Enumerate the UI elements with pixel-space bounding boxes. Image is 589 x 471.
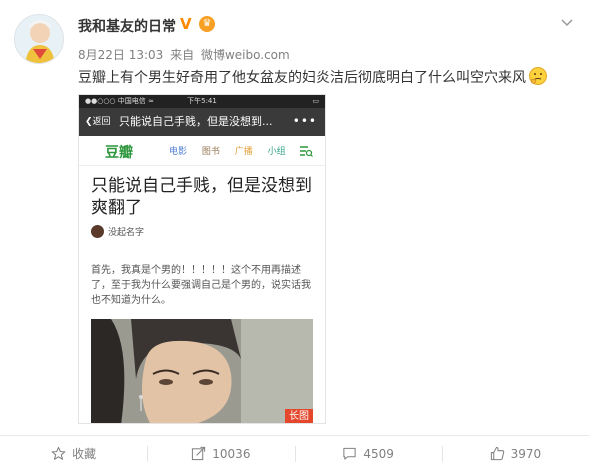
douban-nav-group: 小组 <box>267 147 286 157</box>
repost-button[interactable]: 10036 <box>147 436 294 471</box>
article-body: 首先，我真是个男的！！！！！这个不用再描述了，至于我为什么要强调自己是个男的，说… <box>91 265 311 306</box>
avatar-illustration <box>15 15 63 63</box>
source-prefix: 来自 <box>170 48 195 62</box>
phone-page-title: 只能说自己手贱，但是没想到... <box>119 115 273 128</box>
douban-logo: 豆瓣 <box>105 145 133 161</box>
phone-status-bar: ●●○○○ 中国电信 ≈ 下午5:41 ▭ <box>79 95 325 108</box>
comment-count: 4509 <box>363 446 394 461</box>
menu-search-icon <box>300 146 313 157</box>
phone-time: 下午5:41 <box>187 97 217 105</box>
battery-icon: ▭ <box>312 97 319 105</box>
favorite-label: 收藏 <box>72 447 97 461</box>
post-text: 豆瓣上有个男生好奇用了他女盆友的妇炎洁后彻底明白了什么叫空穴来风 <box>78 66 558 88</box>
phone-nav-bar: ❮返回 只能说自己手贱，但是没想到... ••• <box>79 108 325 136</box>
comment-button[interactable]: 4509 <box>294 436 442 471</box>
chevron-down-icon[interactable] <box>561 16 573 28</box>
article-author: 没起名字 <box>91 225 144 238</box>
douban-nav-movie: 电影 <box>169 147 188 157</box>
comment-icon <box>343 447 356 460</box>
favorite-button[interactable]: 收藏 <box>0 436 147 471</box>
thumbs-up-icon <box>490 446 504 461</box>
like-count: 3970 <box>510 446 542 461</box>
article-photo: 长图 <box>91 319 313 423</box>
douban-nav-book: 图书 <box>201 147 220 157</box>
repost-count: 10036 <box>212 446 251 461</box>
member-icon[interactable]: ♛ <box>199 16 215 32</box>
portrait-image <box>91 319 313 423</box>
author-avatar <box>91 225 104 238</box>
post-date[interactable]: 8月22日 13:03 <box>78 48 163 62</box>
like-button[interactable]: 3970 <box>441 436 589 471</box>
douban-nav-broadcast: 广播 <box>234 147 253 157</box>
more-icon: ••• <box>292 114 317 128</box>
post-source[interactable]: 微博weibo.com <box>201 48 290 62</box>
username[interactable]: 我和基友的日常 <box>78 16 176 36</box>
long-image-badge: 长图 <box>285 409 313 423</box>
author-name: 没起名字 <box>108 228 145 238</box>
post-text-content: 豆瓣上有个男生好奇用了他女盆友的妇炎洁后彻底明白了什么叫空穴来风 <box>78 70 526 86</box>
repost-icon <box>192 446 206 461</box>
avatar[interactable] <box>14 14 64 64</box>
verified-icon: V <box>180 15 192 33</box>
weibo-post: 我和基友的日常 V ♛ 8月22日 13:03 来自 微博weibo.com 豆… <box>0 0 589 471</box>
douban-nav: 电影 图书 广播 小组 <box>169 144 298 157</box>
thinking-emoji-icon <box>529 67 547 85</box>
douban-header: 豆瓣 电影 图书 广播 小组 <box>79 136 325 166</box>
article-title: 只能说自己手贱，但是没想到爽翻了 <box>91 176 312 218</box>
post-meta: 8月22日 13:03 来自 微博weibo.com <box>78 46 293 63</box>
action-bar: 收藏 10036 4509 3970 <box>0 436 589 471</box>
back-button: ❮返回 <box>85 117 111 127</box>
embedded-screenshot[interactable]: ●●○○○ 中国电信 ≈ 下午5:41 ▭ ❮返回 只能说自己手贱，但是没想到.… <box>78 94 326 424</box>
star-icon <box>51 446 66 460</box>
